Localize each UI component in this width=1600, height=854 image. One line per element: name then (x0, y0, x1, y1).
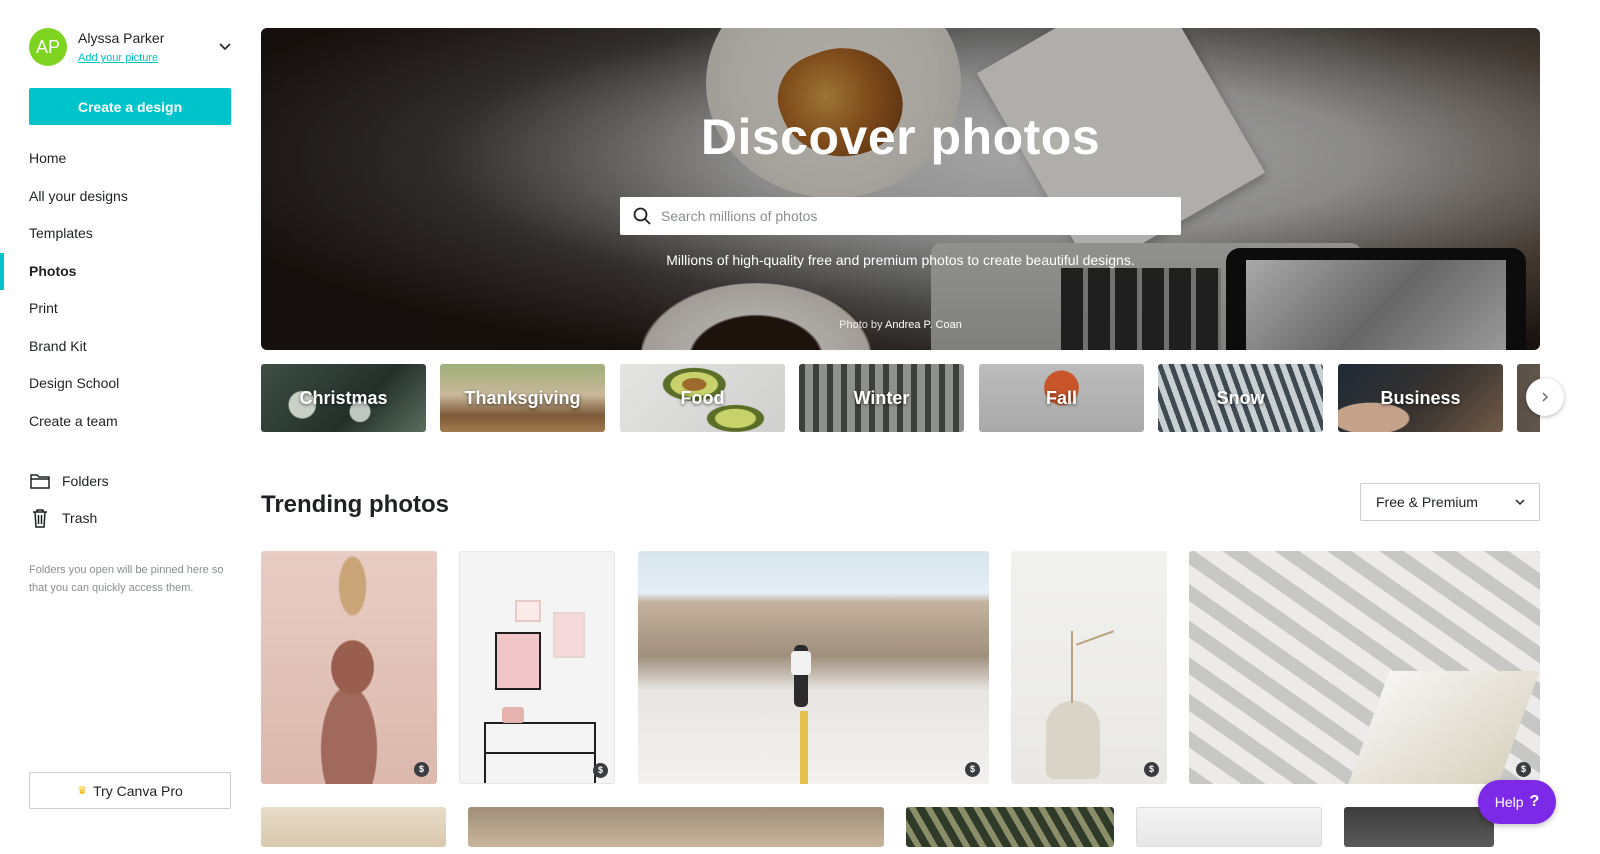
photo-vase-element (1046, 701, 1100, 779)
category-label: Snow (1216, 387, 1265, 408)
folders-label: Folders (62, 472, 109, 489)
crown-icon: ♛ (77, 785, 88, 797)
photo-card[interactable] (1344, 807, 1494, 847)
sidebar-item-brand-kit[interactable]: Brand Kit (0, 328, 260, 366)
section-title: Trending photos (261, 491, 449, 518)
sidebar-item-print[interactable]: Print (0, 290, 260, 328)
chevron-down-icon[interactable] (217, 38, 233, 54)
category-thanksgiving[interactable]: Thanksgiving (440, 364, 605, 432)
category-label: Business (1380, 387, 1461, 408)
category-business[interactable]: Business (1338, 364, 1503, 432)
photo-frame-element (495, 632, 541, 690)
help-question-icon: ? (1529, 793, 1540, 810)
chevron-down-icon (1515, 499, 1525, 506)
hero-subtitle: Millions of high-quality free and premiu… (666, 252, 1135, 268)
sidebar-item-photos[interactable]: Photos (0, 252, 260, 291)
sidebar-item-design-school[interactable]: Design School (0, 365, 260, 403)
photo-card[interactable]: $ (638, 551, 989, 784)
photo-stem-element (1075, 630, 1115, 646)
premium-badge: $ (414, 762, 429, 777)
sidebar-item-all-designs[interactable]: All your designs (0, 178, 260, 216)
photo-frame-element (515, 600, 541, 622)
category-label: Winter (853, 387, 910, 408)
sidebar-item-home[interactable]: Home (0, 140, 260, 178)
category-label: Christmas (299, 387, 388, 408)
trash-icon (33, 509, 47, 528)
sidebar-item-folders[interactable]: Folders (29, 462, 239, 500)
photo-road-element (800, 711, 808, 784)
page-title: Discover photos (700, 109, 1101, 165)
license-filter-dropdown[interactable]: Free & Premium (1360, 483, 1540, 521)
category-snow[interactable]: Snow (1158, 364, 1323, 432)
category-strip: Christmas Thanksgiving Food Winter Fall … (261, 364, 1540, 432)
photo-card[interactable] (1136, 807, 1322, 847)
help-button[interactable]: Help ? (1478, 780, 1556, 824)
main-nav: Home All your designs Templates Photos P… (0, 140, 260, 440)
category-christmas[interactable]: Christmas (261, 364, 426, 432)
help-label: Help (1494, 794, 1524, 810)
sidebar: AP Alyssa Parker Add your picture Create… (0, 0, 260, 854)
search-input[interactable] (661, 208, 1161, 224)
photo-search[interactable] (620, 197, 1181, 235)
sidebar-item-trash[interactable]: Trash (29, 500, 239, 538)
credit-author-link[interactable]: Andrea P. Coan (885, 319, 962, 331)
photo-card[interactable] (261, 807, 446, 847)
photo-card[interactable]: $ (261, 551, 437, 784)
photo-card[interactable] (906, 807, 1114, 847)
hero-banner: Discover photos Millions of high-quality… (261, 28, 1540, 350)
folder-icon (30, 474, 50, 489)
photo-card[interactable]: $ (459, 551, 615, 784)
premium-badge: $ (1516, 762, 1531, 777)
premium-badge: $ (965, 762, 980, 777)
premium-badge: $ (1144, 762, 1159, 777)
filter-value: Free & Premium (1376, 494, 1478, 510)
category-label: Fall (1045, 387, 1077, 408)
create-design-button[interactable]: Create a design (29, 88, 231, 125)
category-winter[interactable]: Winter (799, 364, 964, 432)
try-pro-button[interactable]: ♛ Try Canva Pro (29, 772, 231, 809)
photo-card[interactable]: $ (1189, 551, 1540, 784)
photo-stem-element (1071, 631, 1073, 703)
chevron-right-icon (1542, 392, 1549, 402)
photo-card[interactable]: $ (1011, 551, 1167, 784)
avatar[interactable]: AP (29, 28, 67, 66)
trash-label: Trash (62, 510, 98, 527)
credit-prefix: Photo by (839, 319, 883, 331)
category-label: Thanksgiving (464, 387, 581, 408)
premium-badge: $ (593, 763, 608, 778)
hero-overlay (261, 28, 1540, 350)
photo-frame-element (553, 612, 585, 658)
category-label: Food (680, 387, 725, 408)
user-menu[interactable]: AP Alyssa Parker Add your picture (29, 28, 239, 68)
category-food[interactable]: Food (620, 364, 785, 432)
search-icon (633, 207, 651, 225)
photo-shadow-element (1348, 671, 1540, 784)
sidebar-item-create-team[interactable]: Create a team (0, 403, 260, 441)
folders-hint: Folders you open will be pinned here so … (29, 564, 224, 594)
photo-shelf-element (502, 707, 524, 723)
photo-person-element (791, 651, 811, 675)
photo-credit: Photo by Andrea P. Coan (261, 319, 1540, 331)
photo-shelf-element (484, 752, 596, 754)
category-fall[interactable]: Fall (979, 364, 1144, 432)
try-pro-label: Try Canva Pro (93, 782, 183, 799)
folder-nav: Folders Trash (29, 462, 239, 537)
user-name: Alyssa Parker (78, 30, 165, 46)
category-next-button[interactable] (1526, 378, 1564, 416)
photo-card[interactable] (468, 807, 884, 847)
add-picture-link[interactable]: Add your picture (78, 52, 158, 64)
sidebar-item-templates[interactable]: Templates (0, 215, 260, 253)
